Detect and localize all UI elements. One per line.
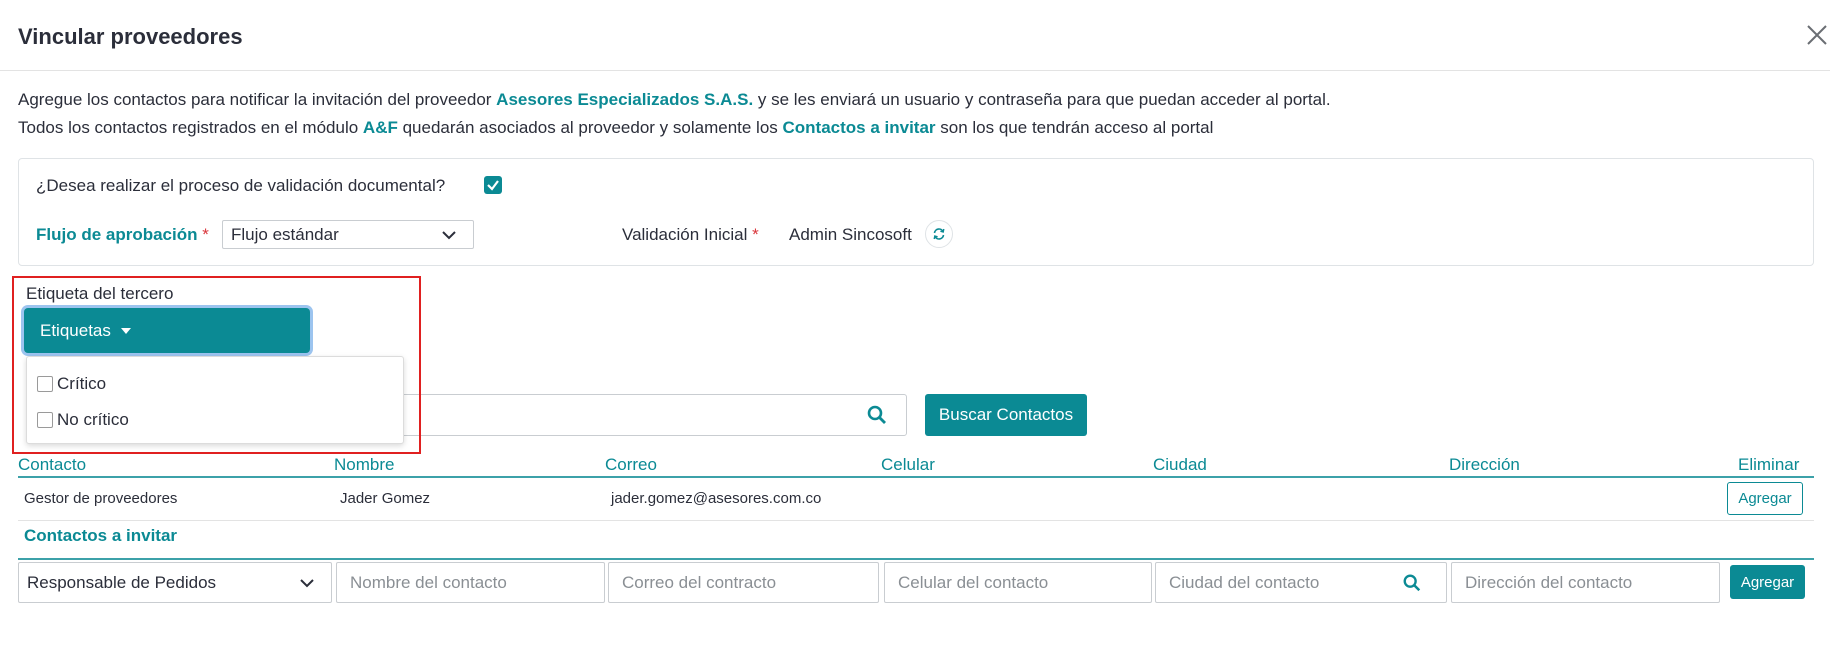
cell-nombre: Jader Gomez <box>340 490 431 507</box>
intro-text: Todos los contactos registrados en el mó… <box>18 118 363 137</box>
tag-label: Etiqueta del tercero <box>26 284 174 303</box>
contacts-to-invite-link: Contactos a invitar <box>782 118 936 137</box>
tag-checkbox[interactable] <box>37 376 53 392</box>
tags-dropdown-menu: Crítico No crítico <box>26 356 404 444</box>
tag-option-critico[interactable]: Crítico <box>37 374 106 394</box>
contact-search-input[interactable] <box>380 394 907 436</box>
tags-button-label: Etiquetas <box>40 320 111 340</box>
validation-checkbox[interactable] <box>484 176 502 194</box>
intro-line-1: Agregue los contactos para notificar la … <box>18 90 1331 110</box>
search-icon[interactable] <box>866 404 888 431</box>
close-icon[interactable] <box>1804 22 1830 48</box>
chevron-down-icon <box>300 579 314 588</box>
column-header-contacto: Contacto <box>18 455 87 474</box>
invite-section-title: Contactos a invitar <box>24 526 178 545</box>
contact-email-input[interactable]: Correo del contracto <box>608 562 879 603</box>
tag-option-no-critico[interactable]: No crítico <box>37 410 129 430</box>
contact-phone-input[interactable]: Celular del contacto <box>884 562 1152 603</box>
header-divider <box>0 70 1830 71</box>
contact-address-input[interactable]: Dirección del contacto <box>1451 562 1720 603</box>
required-mark: * <box>202 225 209 244</box>
initial-validation-text: Validación Inicial <box>622 225 748 244</box>
column-header-eliminar: Eliminar <box>1738 455 1800 474</box>
column-header-nombre: Nombre <box>334 455 395 474</box>
validation-panel <box>18 158 1814 266</box>
tag-option-label: Crítico <box>57 374 107 393</box>
table-header-divider <box>18 476 1814 478</box>
invite-divider <box>18 558 1814 560</box>
intro-line-2: Todos los contactos registrados en el mó… <box>18 118 1213 138</box>
intro-text: quedarán asociados al proveedor y solame… <box>397 118 783 137</box>
column-header-correo: Correo <box>605 455 657 474</box>
initial-validator: Admin Sincosoft <box>789 225 912 244</box>
company-name: Asesores Especializados S.A.S. <box>496 90 754 109</box>
search-icon[interactable] <box>1402 573 1422 593</box>
approval-flow-value: Flujo estándar <box>231 224 339 244</box>
cell-correo: jader.gomez@asesores.com.co <box>611 490 822 507</box>
add-contact-button[interactable]: Agregar <box>1730 565 1805 599</box>
tags-dropdown-button[interactable]: Etiquetas <box>24 308 310 353</box>
approval-flow-select[interactable]: Flujo estándar <box>222 220 474 249</box>
module-name: A&F <box>362 118 398 137</box>
validation-question: ¿Desea realizar el proceso de validación… <box>36 176 446 195</box>
row-add-button[interactable]: Agregar <box>1727 482 1803 515</box>
chevron-down-icon <box>442 231 456 240</box>
column-header-celular: Celular <box>881 455 935 474</box>
search-contacts-button[interactable]: Buscar Contactos <box>925 394 1087 436</box>
intro-text: son los que tendrán acceso al portal <box>935 118 1214 137</box>
contact-role-value: Responsable de Pedidos <box>27 572 217 592</box>
refresh-icon[interactable] <box>925 220 953 248</box>
table-row-divider <box>18 520 1814 521</box>
contact-city-input[interactable]: Ciudad del contacto <box>1155 562 1447 603</box>
approval-flow-text: Flujo de aprobación <box>36 225 198 244</box>
intro-text: Agregue los contactos para notificar la … <box>18 90 497 109</box>
dialog-title: Vincular proveedores <box>18 24 243 49</box>
column-header-ciudad: Ciudad <box>1153 455 1207 474</box>
required-mark: * <box>752 225 759 244</box>
tag-checkbox[interactable] <box>37 412 53 428</box>
intro-text: y se les enviará un usuario y contraseña… <box>753 90 1331 109</box>
caret-down-icon <box>120 327 131 334</box>
approval-flow-label: Flujo de aprobación * <box>36 225 209 245</box>
column-header-direccion: Dirección <box>1449 455 1520 474</box>
contact-name-input[interactable]: Nombre del contacto <box>336 562 605 603</box>
initial-validation-label: Validación Inicial * <box>622 225 759 245</box>
tag-option-label: No crítico <box>57 410 129 429</box>
contact-city-placeholder: Ciudad del contacto <box>1169 572 1320 592</box>
contact-role-select[interactable]: Responsable de Pedidos <box>18 562 332 603</box>
cell-contacto: Gestor de proveedores <box>24 490 178 507</box>
